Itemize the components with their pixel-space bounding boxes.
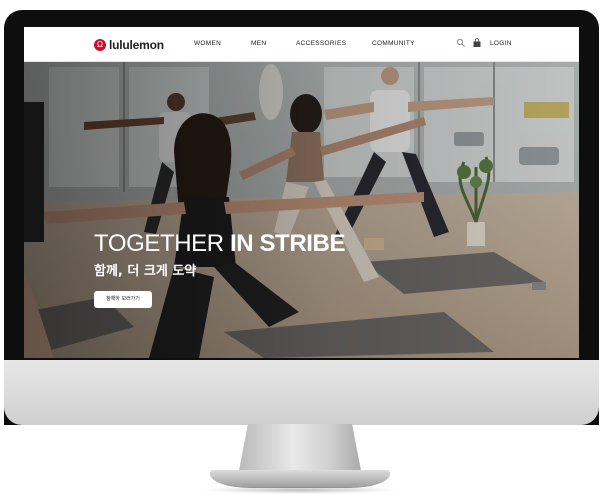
monitor-screen: Ω lululemon WOMEN MEN ACCESSORIES COMMUN… bbox=[24, 27, 579, 358]
site-header: Ω lululemon WOMEN MEN ACCESSORIES COMMUN… bbox=[24, 27, 579, 62]
shopping-bag-icon[interactable] bbox=[472, 38, 482, 48]
nav-item-accessories[interactable]: ACCESSORIES bbox=[296, 40, 346, 47]
brand-logo[interactable]: Ω lululemon bbox=[94, 37, 164, 53]
hero-yoga-photo bbox=[24, 62, 579, 358]
brand-name: lululemon bbox=[109, 38, 164, 52]
nav-item-community[interactable]: COMMUNITY bbox=[372, 40, 415, 47]
hero-subheadline: 함께, 더 크게 도약 bbox=[94, 264, 197, 279]
nav-item-women[interactable]: WOMEN bbox=[194, 40, 221, 47]
hero-headline-bold: IN STRIBE bbox=[229, 230, 346, 257]
monitor-stand-neck bbox=[238, 424, 362, 476]
login-link[interactable]: LOGIN bbox=[490, 40, 512, 47]
hero-banner: TOGETHER IN STRIBE 함께, 더 크게 도약 참해하 보러가기 bbox=[24, 62, 579, 358]
lululemon-logo-icon: Ω bbox=[94, 39, 106, 51]
hero-headline: TOGETHER IN STRIBE bbox=[94, 230, 345, 258]
hero-headline-light: TOGETHER bbox=[94, 230, 230, 257]
monitor-chin bbox=[4, 360, 599, 425]
hero-cta-button[interactable]: 참해하 보러가기 bbox=[94, 291, 152, 308]
monitor-stand-shadow bbox=[200, 486, 400, 494]
search-icon[interactable] bbox=[456, 38, 466, 48]
nav-item-men[interactable]: MEN bbox=[251, 40, 266, 47]
